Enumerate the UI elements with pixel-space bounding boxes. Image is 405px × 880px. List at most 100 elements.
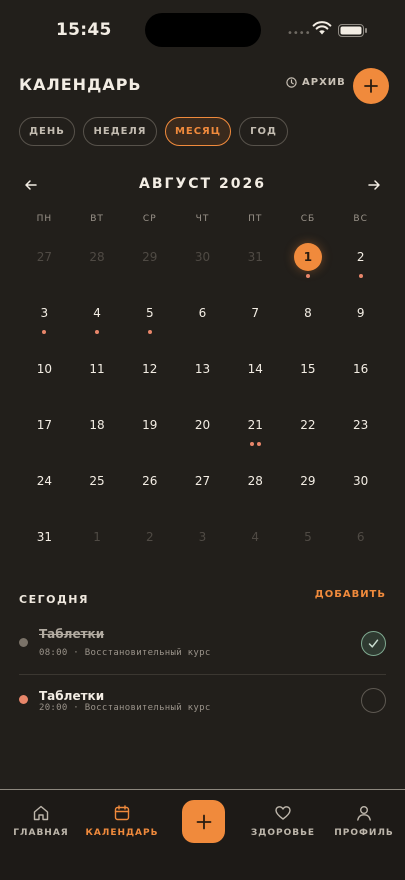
reminder-item[interactable]: Таблетки 08:00 · Восстановительный курс (19, 618, 386, 674)
reminder-time: 08:00 (39, 648, 68, 658)
calendar-day[interactable]: 14 (229, 351, 282, 407)
calendar-day[interactable]: 12 (123, 351, 176, 407)
calendar-day[interactable]: 3 (18, 295, 71, 351)
heart-icon (275, 806, 291, 820)
calendar-day[interactable]: 23 (334, 407, 387, 463)
calendar-day[interactable]: 8 (282, 295, 335, 351)
tab-day[interactable]: ДЕНЬ (19, 117, 75, 146)
calendar-day[interactable]: 25 (71, 463, 124, 519)
nav-label: ЗДОРОВЬЕ (250, 828, 316, 838)
calendar-day[interactable]: 4 (71, 295, 124, 351)
calendar-day[interactable]: 21 (229, 407, 282, 463)
calendar-day[interactable]: 26 (123, 463, 176, 519)
day-number: 10 (36, 362, 52, 376)
calendar-day[interactable]: 16 (334, 351, 387, 407)
calendar-day[interactable]: 1 (71, 519, 124, 575)
calendar-day[interactable]: 28 (229, 463, 282, 519)
calendar-grid: 27 28 29 30 31 1 2 3 4 5 6 7 8 9 10 11 12 13 14 15 16 17 18 19 2… (18, 239, 387, 575)
reminder-checkbox[interactable] (361, 631, 386, 656)
event-indicator (282, 274, 335, 278)
view-tabs: ДЕНЬ НЕДЕЛЯ МЕСЯЦ ГОД (19, 117, 288, 146)
calendar-day[interactable]: 24 (18, 463, 71, 519)
arrow-right-icon[interactable] (365, 176, 383, 194)
status-marker (19, 638, 28, 647)
weekday-label: СБ (300, 214, 316, 224)
event-indicator (229, 442, 282, 446)
day-number: 7 (251, 306, 260, 320)
reminder-checkbox[interactable] (361, 688, 386, 713)
tab-month[interactable]: МЕСЯЦ (165, 117, 231, 146)
tab-week[interactable]: НЕДЕЛЯ (83, 117, 157, 146)
calendar-day[interactable]: 22 (282, 407, 335, 463)
calendar-day[interactable]: 29 (123, 239, 176, 295)
nav-profile[interactable]: ПРОФИЛЬ (324, 804, 404, 838)
day-number: 25 (89, 474, 105, 488)
event-dot (249, 442, 254, 446)
nav-calendar[interactable]: КАЛЕНДАРЬ (82, 804, 162, 838)
day-number: 14 (247, 362, 263, 376)
day-number: 13 (194, 362, 211, 376)
calendar-day[interactable]: 30 (176, 239, 229, 295)
day-number: 5 (304, 530, 312, 544)
event-dot (256, 442, 261, 446)
day-number: 27 (194, 474, 211, 488)
nav-label: КАЛЕНДАРЬ (85, 828, 159, 838)
add-reminder-link[interactable]: ДОБАВИТЬ (315, 589, 386, 600)
calendar-day[interactable]: 5 (123, 295, 176, 351)
wifi-icon (312, 21, 332, 35)
event-dot (147, 330, 152, 334)
day-number: 4 (251, 530, 260, 544)
nav-health[interactable]: ЗДОРОВЬЕ (243, 804, 323, 838)
day-number: 31 (36, 530, 52, 544)
calendar-day[interactable]: 30 (334, 463, 387, 519)
tab-year[interactable]: ГОД (239, 117, 288, 146)
calendar-day[interactable]: 27 (18, 239, 71, 295)
calendar-day[interactable]: 10 (18, 351, 71, 407)
day-number: 29 (300, 474, 316, 488)
calendar-day[interactable]: 11 (71, 351, 124, 407)
calendar-day[interactable]: 2 (123, 519, 176, 575)
calendar-day[interactable]: 4 (229, 519, 282, 575)
reminder-item[interactable]: Таблетки 20:00 · Восстановительный курс (19, 674, 386, 730)
reminder-time: 20:00 (39, 703, 68, 713)
calendar-day[interactable]: 6 (176, 295, 229, 351)
calendar-day[interactable]: 2 (334, 239, 387, 295)
calendar-day[interactable]: 6 (334, 519, 387, 575)
calendar-day[interactable]: 29 (282, 463, 335, 519)
calendar-day[interactable]: 3 (176, 519, 229, 575)
status-bar: 15:45 •••• (0, 0, 405, 60)
day-number: 6 (198, 306, 207, 320)
calendar-day[interactable]: 15 (282, 351, 335, 407)
day-number: 21 (247, 418, 263, 432)
calendar-day[interactable]: 17 (18, 407, 71, 463)
calendar-day[interactable]: 18 (71, 407, 124, 463)
calendar-day[interactable]: 20 (176, 407, 229, 463)
nav-add-button[interactable] (182, 800, 225, 843)
day-number: 27 (36, 250, 52, 264)
day-number: 20 (194, 418, 211, 432)
calendar-day[interactable]: 31 (229, 239, 282, 295)
calendar-day[interactable]: 5 (282, 519, 335, 575)
calendar-day[interactable]: 9 (334, 295, 387, 351)
day-number: 19 (142, 418, 158, 432)
month-navigation: АВГУСТ 2026 (0, 174, 405, 198)
add-event-button[interactable] (353, 68, 389, 104)
reminder-course: Восстановительный курс (84, 703, 211, 713)
calendar-day[interactable]: 27 (176, 463, 229, 519)
calendar-day[interactable]: 19 (123, 407, 176, 463)
weekday-label: ЧТ (195, 214, 210, 224)
calendar-day-today[interactable]: 1 (282, 239, 335, 295)
weekday-label: СР (142, 214, 157, 224)
weekday-label: ПН (36, 214, 53, 224)
day-number: 30 (194, 250, 211, 264)
page-title: КАЛЕНДАРЬ (19, 75, 142, 94)
day-number: 23 (353, 418, 369, 432)
nav-home[interactable]: ГЛАВНАЯ (1, 804, 81, 838)
calendar-day[interactable]: 31 (18, 519, 71, 575)
day-number: 11 (89, 362, 105, 376)
calendar-day[interactable]: 28 (71, 239, 124, 295)
calendar-day[interactable]: 7 (229, 295, 282, 351)
calendar-day[interactable]: 13 (176, 351, 229, 407)
archive-button[interactable]: АРХИВ (286, 77, 346, 88)
reminder-meta: 08:00 · Восстановительный курс (39, 648, 211, 658)
